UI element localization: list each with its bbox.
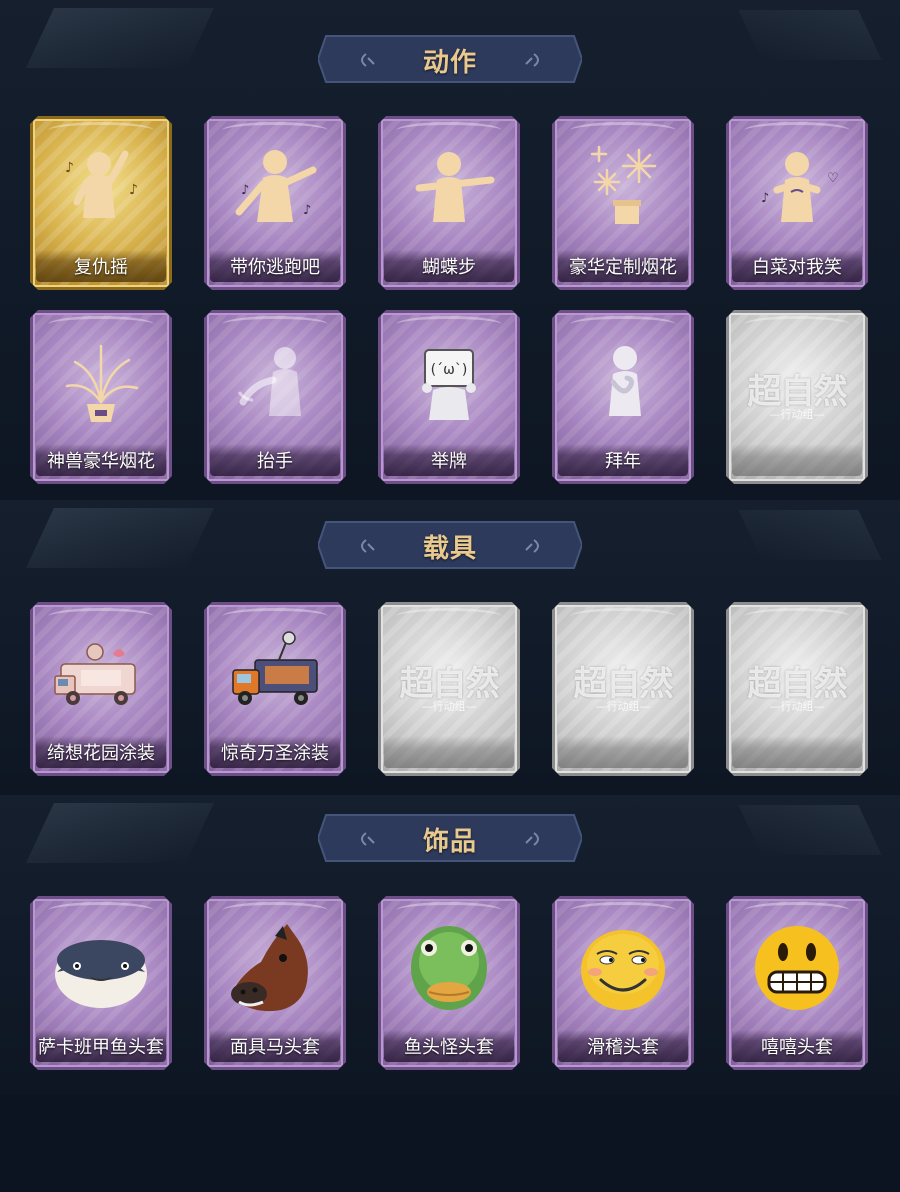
item-label [732,736,862,768]
greeting-bow-figure-icon [609,346,641,416]
item-label [732,444,862,476]
section-banner: 载具 [318,520,582,570]
item-card[interactable]: 绮想花园涂装 [30,602,172,776]
item-label: 鱼头怪头套 [384,1030,514,1062]
svg-text:♪: ♪ [241,183,249,198]
card-ornament [744,902,850,919]
card-ornament [222,316,328,333]
item-card[interactable]: 豪华定制烟花 [552,116,694,290]
item-label: 拜年 [558,444,688,476]
card-ornament [744,608,850,625]
holding-sign-figure-icon: (ˊωˋ) [422,349,476,420]
item-label: 绮想花园涂装 [36,736,166,768]
item-label: 滑稽头套 [558,1030,688,1062]
card-ornament [570,608,676,625]
card-ornament [396,316,502,333]
garden-truck-skin-icon [54,643,136,705]
card-ornament [48,316,154,333]
item-label: 白菜对我笑 [732,250,862,282]
section-banner: 动作 [318,34,582,84]
item-label: 豪华定制烟花 [558,250,688,282]
locked-item-card[interactable]: 超自然 —行动组— [726,310,868,484]
card-ornament [396,608,502,625]
dancing-figure-icon: ♪ ♪ [65,150,138,218]
item-card[interactable]: 萨卡班甲鱼头套 [30,896,172,1070]
section-title: 动作 [422,48,477,78]
card-ornament [744,316,850,333]
card-ornament [570,902,676,919]
item-card[interactable]: 嘻嘻头套 [726,896,868,1070]
item-label [558,736,688,768]
card-ornament [48,902,154,919]
svg-text:♪: ♪ [761,191,769,206]
item-label: 面具马头套 [210,1030,340,1062]
svg-text:♪: ♪ [129,182,138,198]
item-label [384,736,514,768]
item-card[interactable]: 拜年 [552,310,694,484]
item-label: 复仇摇 [36,250,166,282]
card-ornament [222,608,328,625]
card-ornament [222,122,328,139]
item-card[interactable]: 抬手 [204,310,346,484]
placeholder-subtitle: —行动组— [595,700,651,713]
section-banner: 饰品 [318,813,582,863]
item-card[interactable]: 蝴蝶步 [378,116,520,290]
item-card[interactable]: 神兽豪华烟花 [30,310,172,484]
card-ornament [48,122,154,139]
item-card[interactable]: ♪ ♪ 复仇摇 [30,116,172,290]
card-ornament [222,902,328,919]
item-card[interactable]: 面具马头套 [204,896,346,1070]
smirk-emoji-mask-icon [581,930,665,1010]
locked-item-card[interactable]: 超自然 —行动组— [552,602,694,776]
placeholder-subtitle: —行动组— [769,700,825,713]
card-ornament [396,902,502,919]
section-title: 载具 [422,534,477,564]
item-card[interactable]: 鱼头怪头套 [378,896,520,1070]
raised-hand-figure-icon [237,347,301,416]
heart-hands-figure-icon: ♪ ♡ [761,152,839,222]
item-label: 抬手 [210,444,340,476]
item-label: 蝴蝶步 [384,250,514,282]
svg-text:♪: ♪ [65,160,74,176]
placeholder-subtitle: —行动组— [421,700,477,713]
card-ornament [570,316,676,333]
svg-text:(ˊωˋ): (ˊωˋ) [431,362,468,378]
card-ornament [396,122,502,139]
fish-head-mask-icon [55,940,147,1008]
grin-emoji-mask-icon [755,926,839,1010]
svg-text:♡: ♡ [827,171,839,186]
card-ornament [570,122,676,139]
item-label: 带你逃跑吧 [210,250,340,282]
item-label: 萨卡班甲鱼头套 [36,1030,166,1062]
placeholder-subtitle: —行动组— [769,408,825,421]
fireworks-box-icon [590,145,657,224]
horse-head-mask-icon [231,924,308,1012]
item-card[interactable]: 滑稽头套 [552,896,694,1070]
item-card[interactable]: 惊奇万圣涂装 [204,602,346,776]
card-ornament [744,122,850,139]
fireworks-pot-icon [65,344,139,422]
arms-out-figure-icon [415,152,495,222]
halloween-truck-skin-icon [232,631,318,705]
card-ornament [48,608,154,625]
item-label: 惊奇万圣涂装 [210,736,340,768]
locked-item-card[interactable]: 超自然 —行动组— [726,602,868,776]
section-title: 饰品 [422,827,477,857]
svg-text:♪: ♪ [303,203,311,218]
item-label: 举牌 [384,444,514,476]
item-label: 神兽豪华烟花 [36,444,166,476]
green-fish-mask-icon [411,926,487,1010]
locked-item-card[interactable]: 超自然 —行动组— [378,602,520,776]
item-card[interactable]: ♪ ♪ 带你逃跑吧 [204,116,346,290]
pointing-dance-figure-icon: ♪ ♪ [235,150,317,222]
item-card[interactable]: ♪ ♡ 白菜对我笑 [726,116,868,290]
item-card[interactable]: (ˊωˋ) 举牌 [378,310,520,484]
item-label: 嘻嘻头套 [732,1030,862,1062]
